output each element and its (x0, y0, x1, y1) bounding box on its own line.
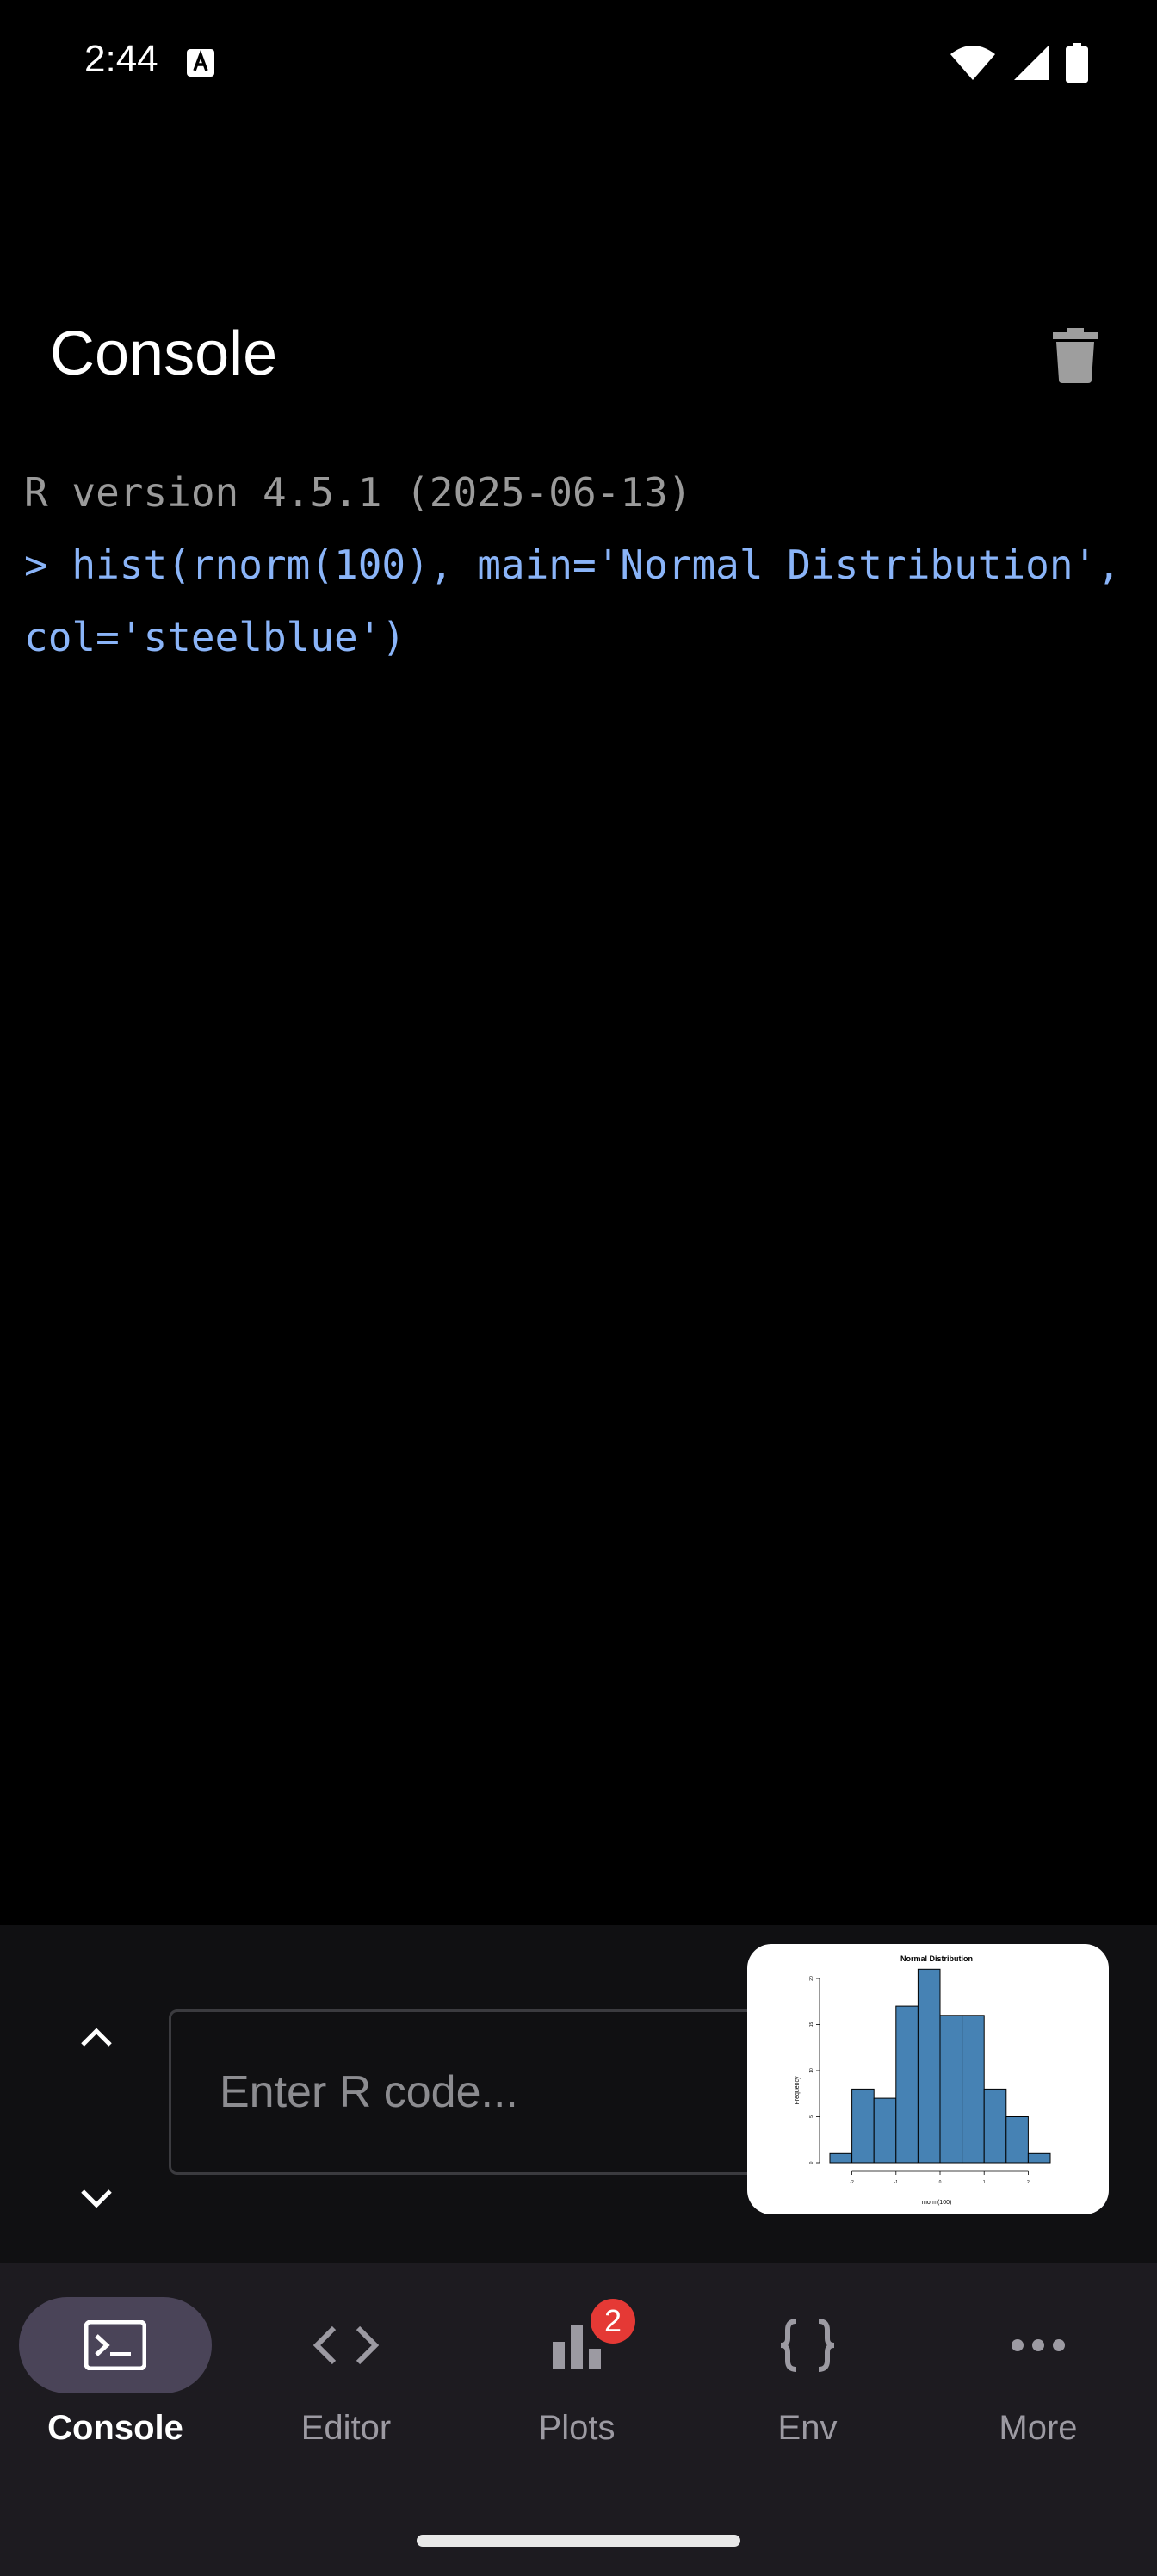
nav-plots[interactable]: 2 Plots (461, 2297, 692, 2469)
plot-preview-thumbnail[interactable]: Normal Distribution rnorm(100) Frequency… (747, 1944, 1109, 2214)
histogram-bar (873, 2097, 897, 2164)
y-tick-label: 10 (809, 2068, 814, 2073)
chart-title: Normal Distribution (900, 1954, 973, 1963)
chevron-up-icon (81, 2028, 112, 2047)
nav-more-pill (942, 2297, 1135, 2393)
nav-more[interactable]: More (923, 2297, 1154, 2469)
nav-editor-label: Editor (300, 2409, 392, 2447)
y-tick-label: 0 (809, 2161, 814, 2164)
braces-icon (780, 2319, 835, 2372)
wifi-icon (950, 46, 995, 80)
chart-ylabel: Frequency (795, 2076, 801, 2105)
input-panel: Normal Distribution rnorm(100) Frequency… (0, 1925, 1157, 2263)
more-horiz-icon (1012, 2339, 1065, 2351)
histogram-bar (939, 2015, 963, 2164)
nav-more-label: More (999, 2409, 1078, 2447)
histogram-bar (983, 2088, 1007, 2164)
nav-env-pill (711, 2297, 904, 2393)
code-icon (313, 2325, 379, 2365)
chevron-down-icon (81, 2189, 112, 2208)
nav-console[interactable]: Console (0, 2297, 231, 2469)
console-command-line: > hist(rnorm(100), main='Normal Distribu… (24, 542, 1145, 660)
nav-env[interactable]: Env (692, 2297, 923, 2469)
histogram-bar (895, 2005, 919, 2164)
trash-icon (1053, 328, 1098, 383)
histogram-chart: Normal Distribution rnorm(100) Frequency… (795, 1954, 1051, 2206)
clear-console-button[interactable] (1038, 319, 1112, 393)
y-tick-label: 20 (809, 1976, 814, 1981)
histogram-bar (962, 2015, 985, 2164)
histogram-bar (1027, 2152, 1051, 2164)
x-tick-label: -2 (850, 2180, 854, 2185)
histogram-bar (829, 2152, 853, 2164)
status-time: 2:44 (84, 38, 158, 80)
page-title: Console (50, 319, 278, 388)
y-tick-label: 15 (809, 2022, 814, 2028)
status-icons (949, 41, 1088, 84)
signal-icon (1014, 46, 1049, 80)
x-tick-label: -1 (894, 2180, 899, 2185)
histogram-bar (1005, 2116, 1029, 2164)
histogram-bars (829, 1968, 1051, 2164)
history-down-button[interactable] (62, 2164, 131, 2233)
bottom-navigation: Console Editor 2 Plots Env More (0, 2263, 1157, 2576)
nav-console-pill (19, 2297, 212, 2393)
history-up-button[interactable] (62, 2003, 131, 2071)
histogram-bar (917, 1968, 941, 2164)
nav-editor-pill (250, 2297, 442, 2393)
console-header: Console (0, 284, 1157, 422)
x-tick-label: 2 (1027, 2180, 1030, 2185)
status-bar: 2:44 (0, 0, 1157, 129)
keyboard-notification-icon (187, 49, 214, 77)
battery-icon (1066, 43, 1088, 83)
nav-console-label: Console (47, 2409, 183, 2447)
nav-editor[interactable]: Editor (231, 2297, 461, 2469)
console-version-line: R version 4.5.1 (2025-06-13) (24, 469, 692, 516)
nav-plots-label: Plots (538, 2409, 616, 2447)
plots-count-badge: 2 (591, 2299, 635, 2344)
home-indicator (417, 2535, 740, 2547)
histogram-bar (851, 2088, 875, 2164)
console-output: R version 4.5.1 (2025-06-13) > hist(rnor… (24, 456, 1135, 673)
x-tick-label: 0 (939, 2180, 942, 2185)
chart-xlabel: rnorm(100) (922, 2200, 952, 2206)
nav-plots-pill: 2 (480, 2297, 673, 2393)
nav-env-label: Env (777, 2409, 838, 2447)
x-tick-label: 1 (983, 2180, 986, 2185)
y-tick-label: 5 (809, 2115, 814, 2118)
terminal-icon (84, 2320, 146, 2370)
